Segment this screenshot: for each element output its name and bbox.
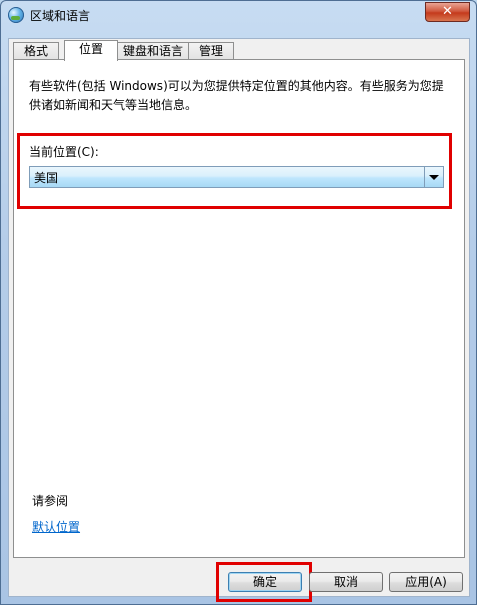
location-tab-panel: 有些软件(包括 Windows)可以为您提供特定位置的其他内容。有些服务为您提供… — [13, 59, 465, 558]
globe-icon — [8, 7, 24, 23]
region-language-dialog: 区域和语言 ✕ 格式 位置 键盘和语言 管理 有些软件(包括 Windows)可… — [0, 0, 477, 605]
current-location-label: 当前位置(C): — [29, 145, 99, 159]
location-description: 有些软件(包括 Windows)可以为您提供特定位置的其他内容。有些服务为您提供… — [29, 79, 444, 112]
tab-keyboards-languages[interactable]: 键盘和语言 — [117, 42, 189, 60]
see-also-label: 请参阅 — [32, 494, 69, 508]
current-location-dropdown[interactable]: 美国 — [29, 166, 444, 188]
apply-button[interactable]: 应用(A) — [389, 572, 463, 592]
current-location-value: 美国 — [34, 171, 59, 185]
cancel-button[interactable]: 取消 — [309, 572, 383, 592]
tab-location[interactable]: 位置 — [64, 40, 118, 61]
default-location-link[interactable]: 默认位置 — [32, 518, 80, 535]
dialog-client-area: 格式 位置 键盘和语言 管理 有些软件(包括 Windows)可以为您提供特定位… — [8, 38, 470, 602]
chevron-down-icon[interactable] — [429, 175, 439, 180]
ok-button[interactable]: 确定 — [228, 572, 302, 592]
title-bar[interactable]: 区域和语言 ✕ — [1, 1, 476, 29]
dropdown-separator — [424, 167, 425, 187]
tab-administrative[interactable]: 管理 — [188, 42, 234, 60]
window-title: 区域和语言 — [30, 9, 91, 23]
tab-formats[interactable]: 格式 — [13, 42, 59, 60]
close-button[interactable]: ✕ — [425, 2, 470, 22]
